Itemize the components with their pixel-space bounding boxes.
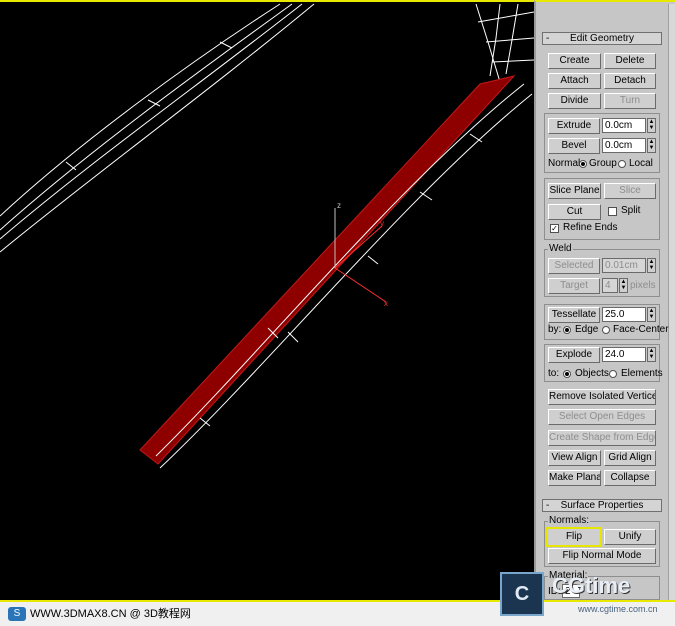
- extrude-amount-field[interactable]: 0.0cm: [602, 118, 646, 133]
- wireframe-arc: [0, 3, 315, 253]
- local-label: Local: [629, 158, 653, 169]
- svg-text:x: x: [384, 299, 388, 308]
- extrude-spinner-arrows[interactable]: ▲ ▼: [647, 118, 656, 133]
- refine-ends-checkbox[interactable]: ✓: [550, 224, 559, 233]
- selected-polygon-strip: [139, 75, 516, 465]
- normal-local-radio[interactable]: [618, 160, 626, 168]
- detach-button[interactable]: Detach: [604, 73, 656, 89]
- extrude-button[interactable]: Extrude: [548, 118, 600, 134]
- tessellate-face-center-radio[interactable]: [602, 326, 610, 334]
- rollout-surface-properties[interactable]: - Surface Properties: [542, 499, 662, 512]
- grid-align-button[interactable]: Grid Align: [604, 450, 656, 466]
- explode-button[interactable]: Explode: [548, 347, 600, 363]
- slice-plane-button[interactable]: Slice Plane: [548, 183, 601, 199]
- normal-group-radio[interactable]: [579, 160, 587, 168]
- wireframe-mesh-top: [475, 3, 534, 83]
- cut-button[interactable]: Cut: [548, 204, 601, 220]
- normals-title: Normals:: [548, 515, 591, 527]
- face-center-label: Face-Center: [613, 324, 669, 335]
- bevel-amount-field[interactable]: 0.0cm: [602, 138, 646, 153]
- edge-label: Edge: [575, 324, 599, 335]
- unify-button[interactable]: Unify: [604, 529, 656, 545]
- split-label: Split: [621, 205, 641, 216]
- cgtime-watermark: C CGtime www.cgtime.com.cn: [500, 572, 675, 626]
- explode-spinner-arrows[interactable]: ▲ ▼: [647, 347, 656, 362]
- target-pixels-spinner-arrows[interactable]: ▲ ▼: [619, 278, 628, 293]
- split-checkbox[interactable]: [608, 207, 617, 216]
- collapse-icon: -: [546, 500, 550, 511]
- bevel-button[interactable]: Bevel: [548, 138, 600, 154]
- wireframe-canvas: z x y: [0, 3, 534, 469]
- weld-title: Weld: [548, 243, 573, 255]
- tessellate-edge-radio[interactable]: [563, 326, 571, 334]
- attach-button[interactable]: Attach: [548, 73, 601, 89]
- panel-scrollbar[interactable]: [668, 4, 675, 600]
- refine-ends-label: Refine Ends: [563, 222, 618, 233]
- pixels-label: pixels: [630, 280, 656, 291]
- weld-threshold-spinner-arrows[interactable]: ▲ ▼: [647, 258, 656, 273]
- collapse-button[interactable]: Collapse: [604, 470, 656, 486]
- delete-button[interactable]: Delete: [604, 53, 656, 69]
- weld-target-button[interactable]: Target: [548, 278, 600, 294]
- slice-button[interactable]: Slice: [604, 183, 656, 199]
- cgtime-name: CGtime: [552, 573, 631, 598]
- make-planar-button[interactable]: Make Planar: [548, 470, 601, 486]
- select-open-edges-button[interactable]: Select Open Edges: [548, 409, 656, 425]
- normal-label: Normal:: [548, 158, 584, 169]
- tessellate-button[interactable]: Tessellate: [548, 307, 600, 323]
- rollout-edit-geometry[interactable]: - Edit Geometry: [542, 32, 662, 45]
- rollout-title: Edit Geometry: [570, 33, 634, 44]
- tessellate-spinner-arrows[interactable]: ▲ ▼: [647, 307, 656, 322]
- view-align-button[interactable]: View Align: [548, 450, 601, 466]
- create-shape-from-edges-button[interactable]: Create Shape from Edges: [548, 430, 656, 446]
- command-panel: - Edit Geometry Create Delete Attach Det…: [534, 0, 675, 600]
- svg-text:z: z: [337, 201, 341, 210]
- flip-normal-mode-button[interactable]: Flip Normal Mode: [548, 548, 656, 564]
- remove-isolated-vertices-button[interactable]: Remove Isolated Vertices: [548, 389, 656, 405]
- flip-button[interactable]: Flip: [546, 527, 602, 547]
- explode-objects-radio[interactable]: [563, 370, 571, 378]
- to-label: to:: [548, 368, 560, 379]
- target-pixels-field[interactable]: 4: [602, 278, 618, 293]
- create-button[interactable]: Create: [548, 53, 601, 69]
- site-url-text: WWW.3DMAX8.CN @ 3D教程网: [30, 608, 191, 620]
- objects-label: Objects: [575, 368, 609, 379]
- explode-elements-radio[interactable]: [609, 370, 617, 378]
- rollout-title: Surface Properties: [560, 500, 644, 511]
- weld-threshold-field[interactable]: 0.01cm: [602, 258, 646, 273]
- perspective-viewport[interactable]: z x y: [0, 0, 534, 600]
- divide-button[interactable]: Divide: [548, 93, 601, 109]
- group-label: Group: [589, 158, 617, 169]
- bevel-spinner-arrows[interactable]: ▲ ▼: [647, 138, 656, 153]
- weld-selected-button[interactable]: Selected: [548, 258, 600, 274]
- by-label: by:: [548, 324, 562, 335]
- cgtime-logo-icon: C: [500, 572, 544, 616]
- explode-angle-field[interactable]: 24.0: [602, 347, 646, 362]
- wireframe-strip: [155, 83, 533, 469]
- tessellate-tension-field[interactable]: 25.0: [602, 307, 646, 322]
- site-logo-icon: S: [8, 607, 26, 621]
- svg-text:y: y: [380, 219, 384, 228]
- elements-label: Elements: [621, 368, 663, 379]
- turn-button[interactable]: Turn: [604, 93, 656, 109]
- cgtime-url: www.cgtime.com.cn: [578, 604, 658, 614]
- collapse-icon: -: [546, 33, 550, 44]
